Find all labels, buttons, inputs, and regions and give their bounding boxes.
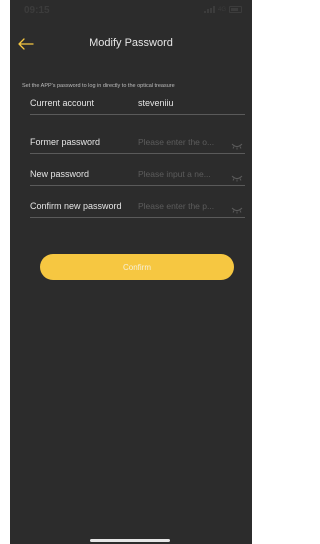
eye-closed-icon[interactable]: [231, 137, 243, 150]
former-password-label: Former password: [30, 137, 101, 147]
navigation-bar: Modify Password: [10, 30, 252, 58]
network-label: 4G: [217, 6, 226, 13]
current-account-row: Current account steveniiu: [30, 90, 245, 115]
new-password-input[interactable]: [136, 166, 232, 182]
former-password-row: Former password: [30, 129, 245, 154]
home-indicator[interactable]: [90, 539, 170, 542]
confirm-password-label: Confirm new password: [30, 201, 122, 211]
new-password-label: New password: [30, 169, 90, 179]
status-time: 09:15: [24, 5, 50, 16]
current-account-value: steveniiu: [138, 98, 174, 108]
eye-closed-icon[interactable]: [231, 169, 243, 182]
confirm-password-row: Confirm new password: [30, 193, 245, 218]
confirm-password-input[interactable]: [136, 198, 232, 214]
status-bar: 09:15 4G: [10, 0, 252, 26]
new-password-row: New password: [30, 161, 245, 186]
signal-icon: [203, 6, 215, 13]
confirm-button[interactable]: Confirm: [40, 254, 234, 280]
battery-icon: [229, 6, 242, 13]
current-account-label: Current account: [30, 98, 95, 108]
page-title: Modify Password: [89, 37, 173, 49]
status-icons: 4G: [203, 6, 242, 13]
eye-closed-icon[interactable]: [231, 201, 243, 214]
former-password-input[interactable]: [136, 134, 232, 150]
password-hint: Set the APP's password to log in directl…: [22, 83, 175, 89]
app-screen: 09:15 4G Modify Password Set the APP's p…: [10, 0, 252, 544]
